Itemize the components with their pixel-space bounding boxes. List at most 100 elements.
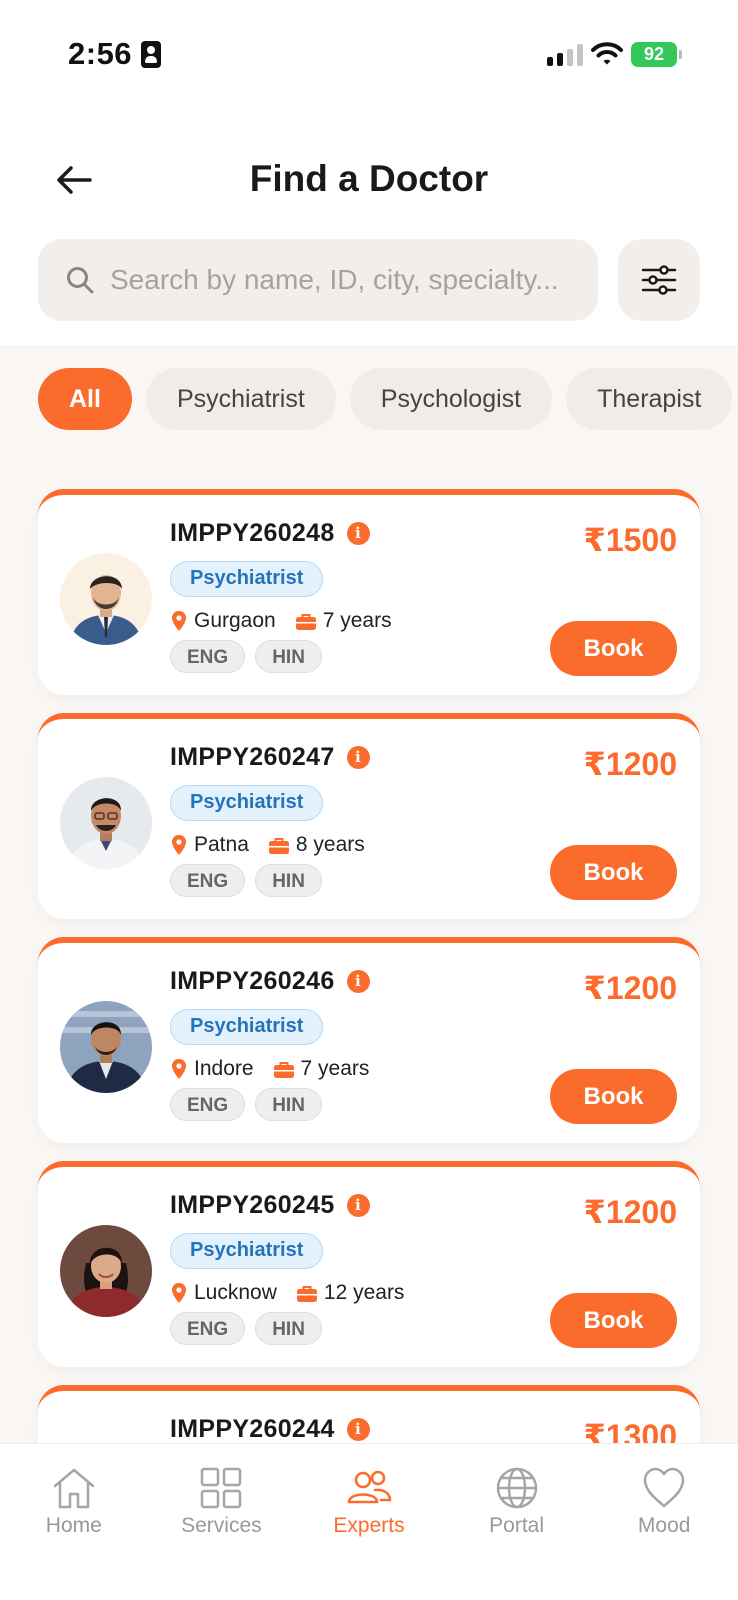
doctor-card[interactable]: IMPPY260247 i Psychiatrist Patna 8 years … [38,713,700,919]
grid-icon [201,1467,242,1509]
doctor-avatar [60,1001,152,1093]
book-button[interactable]: Book [550,1293,677,1348]
doctor-avatar [60,777,152,869]
specialty-badge: Psychiatrist [170,785,324,821]
language-list: ENG HIN [170,640,332,673]
filter-chip-psychiatrist[interactable]: Psychiatrist [145,368,336,430]
wifi-icon [591,42,623,65]
consultation-price: ₹1200 [583,746,677,782]
doctor-id: IMPPY260247 i [170,743,370,772]
doctor-card[interactable]: IMPPY260248 i Psychiatrist Gurgaon 7 year… [38,489,700,695]
language-tag: HIN [255,864,322,897]
specialty-filter-bar: All Psychiatrist Psychologist Therapist [38,368,738,430]
doctor-id-text: IMPPY260245 [170,1191,335,1219]
consultation-price: ₹1200 [583,970,677,1006]
language-tag: ENG [170,1312,246,1345]
location-pin-icon [172,611,186,631]
consultation-price: ₹1200 [583,1194,677,1230]
doctor-meta: Indore 7 years [172,1057,369,1081]
doctor-experience: 8 years [295,833,365,856]
specialty-badge: Psychiatrist [170,1233,324,1269]
doctor-id-text: IMPPY260247 [170,743,335,771]
bottom-navigation: Home Services Experts Portal Mood [0,1443,738,1600]
doctor-id: IMPPY260245 i [170,1191,370,1220]
info-icon[interactable]: i [346,522,370,545]
nav-item-home[interactable]: Home [0,1444,148,1600]
book-button[interactable]: Book [550,621,677,676]
briefcase-icon [295,613,316,630]
info-icon[interactable]: i [346,746,370,769]
doctor-id: IMPPY260248 i [170,519,370,548]
doctor-experience: 7 years [300,1057,370,1080]
contact-card-icon [141,41,161,68]
language-tag: ENG [170,864,246,897]
heart-icon [643,1467,685,1508]
doctor-experience: 12 years [323,1281,405,1304]
doctor-id: IMPPY260246 i [170,967,370,996]
battery-indicator: 92 [631,42,682,67]
doctor-city: Lucknow [194,1281,277,1304]
doctor-id-text: IMPPY260248 [170,519,335,547]
doctor-meta: Gurgaon 7 years [172,609,392,633]
nav-label: Experts [333,1514,405,1537]
nav-label: Mood [637,1514,691,1537]
nav-label: Home [45,1514,102,1537]
language-tag: HIN [255,1312,322,1345]
language-tag: HIN [255,640,322,673]
consultation-price: ₹1500 [583,522,677,558]
search-input[interactable] [110,264,580,296]
doctor-card[interactable]: IMPPY260245 i Psychiatrist Lucknow 12 yea… [38,1161,700,1367]
home-icon [53,1468,95,1509]
filter-chip-all[interactable]: All [38,368,132,430]
nav-item-services[interactable]: Services [148,1444,296,1600]
briefcase-icon [273,1061,294,1078]
book-button[interactable]: Book [550,845,677,900]
briefcase-icon [268,837,289,854]
book-button[interactable]: Book [550,1069,677,1124]
header: Find a Doctor [0,110,738,345]
doctor-id-text: IMPPY260246 [170,967,335,995]
battery-level: 92 [643,44,665,64]
info-icon[interactable]: i [346,1418,370,1441]
language-tag: ENG [170,640,246,673]
search-icon [67,267,94,294]
doctor-city: Gurgaon [194,609,276,632]
location-pin-icon [172,1059,186,1079]
doctor-list: IMPPY260248 i Psychiatrist Gurgaon 7 year… [38,489,700,1600]
nav-label: Portal [489,1514,544,1537]
filter-chip-therapist[interactable]: Therapist [566,368,733,430]
filter-button[interactable] [618,239,700,321]
filter-chip-psychologist[interactable]: Psychologist [349,368,553,430]
nav-item-portal[interactable]: Portal [443,1444,591,1600]
location-pin-icon [172,1283,186,1303]
doctor-id-text: IMPPY260244 [170,1415,335,1443]
people-icon [347,1470,392,1504]
search-box[interactable] [38,239,598,321]
doctor-city: Patna [194,833,249,856]
status-bar: 2:56 92 [0,0,738,110]
doctor-city: Indore [194,1057,254,1080]
nav-item-experts[interactable]: Experts [295,1444,443,1600]
nav-item-mood[interactable]: Mood [590,1444,738,1600]
sliders-icon [641,265,677,295]
doctor-meta: Patna 8 years [172,833,365,857]
briefcase-icon [296,1285,317,1302]
doctor-avatar [60,1225,152,1317]
doctor-meta: Lucknow 12 years [172,1281,404,1305]
language-tag: HIN [255,1088,322,1121]
doctor-card[interactable]: IMPPY260246 i Psychiatrist Indore 7 years… [38,937,700,1143]
nav-label: Services [181,1514,262,1537]
language-tag: ENG [170,1088,246,1121]
language-list: ENG HIN [170,864,332,897]
doctor-id: IMPPY260244 i [170,1415,370,1444]
doctor-experience: 7 years [322,609,392,632]
specialty-badge: Psychiatrist [170,561,324,597]
info-icon[interactable]: i [346,970,370,993]
globe-icon [496,1467,537,1509]
language-list: ENG HIN [170,1088,332,1121]
page-title: Find a Doctor [249,158,489,199]
info-icon[interactable]: i [346,1194,370,1217]
location-pin-icon [172,835,186,855]
specialty-badge: Psychiatrist [170,1009,324,1045]
cellular-signal-icon [547,44,583,66]
